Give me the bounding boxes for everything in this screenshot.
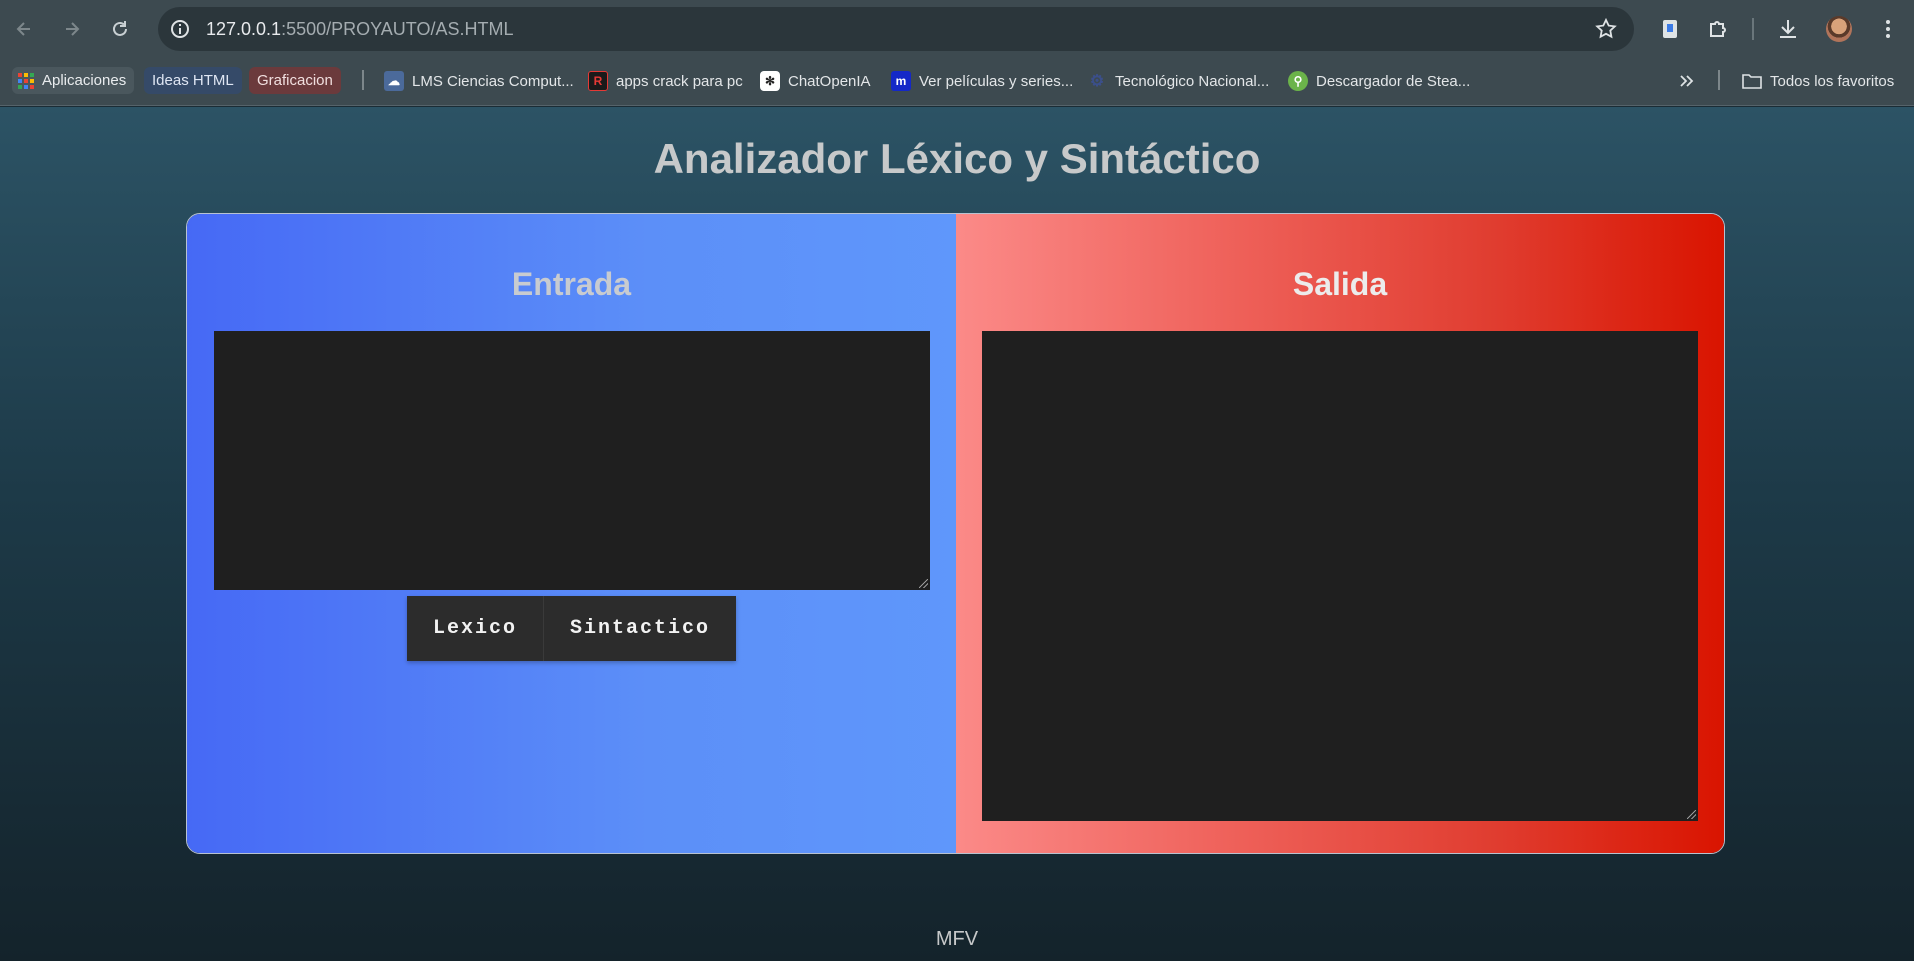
bookmark-graf-label: Graficacion (257, 72, 333, 89)
output-section: Salida (956, 214, 1724, 853)
bookmark-apps-label: Aplicaciones (42, 72, 127, 89)
bookmark-tec-label: Tecnológico Nacional... (1115, 72, 1270, 90)
bookmark-ideas-html[interactable]: Ideas HTML (144, 67, 242, 94)
bookmark-tecnologico[interactable]: ⚙ Tecnológico Nacional... (1087, 66, 1269, 96)
bookmarks-bar: Aplicaciones Ideas HTML Graficacion ☁ LM… (0, 58, 1914, 106)
extension-icon[interactable] (1656, 15, 1684, 43)
bookmark-movies-label: Ver películas y series... (919, 72, 1074, 90)
profile-avatar[interactable] (1826, 16, 1852, 42)
reload-icon[interactable] (102, 11, 138, 47)
more-bookmarks-chevron-icon[interactable] (1678, 66, 1694, 96)
output-textarea[interactable] (982, 331, 1698, 821)
bookmark-chatopenia[interactable]: ✻ ChatOpenIA (760, 66, 871, 96)
bookmark-apps[interactable]: Aplicaciones (12, 67, 135, 94)
bookmarks-divider (362, 70, 364, 90)
address-bar[interactable]: 127.0.0.1:5500/PROYAUTO/AS.HTML (158, 7, 1634, 51)
browser-toolbar: 127.0.0.1:5500/PROYAUTO/AS.HTML (0, 0, 1914, 58)
footer-text: MFV (935, 928, 979, 950)
url-text: 127.0.0.1:5500/PROYAUTO/AS.HTML (206, 19, 514, 40)
input-section: Entrada Lexico Sintactico (187, 214, 956, 853)
bookmark-ideas-label: Ideas HTML (152, 72, 234, 89)
resize-grip-icon[interactable] (919, 579, 928, 588)
forward-icon[interactable] (54, 11, 90, 47)
bookmark-lms-label: LMS Ciencias Comput... (412, 72, 574, 90)
input-heading: Entrada (511, 266, 632, 302)
back-icon[interactable] (6, 11, 42, 47)
bookmark-chat-label: ChatOpenIA (788, 72, 871, 90)
bookmark-steam[interactable]: ⚲ Descargador de Stea... (1288, 66, 1470, 96)
url-host: 127.0.0.1 (206, 19, 282, 39)
apps-grid-icon (18, 72, 34, 89)
tec-favicon-icon: ⚙ (1089, 73, 1105, 90)
bookmark-crack-label: apps crack para pc (616, 72, 743, 90)
folder-icon (1742, 71, 1762, 91)
menu-kebab-icon[interactable] (1874, 15, 1902, 43)
sintactico-button[interactable]: Sintactico (543, 596, 736, 661)
extensions-puzzle-icon[interactable] (1704, 15, 1732, 43)
action-buttons: Lexico Sintactico (407, 596, 736, 661)
input-textarea[interactable] (214, 331, 930, 590)
url-path: :5500/PROYAUTO/AS.HTML (281, 19, 514, 39)
steam-favicon-icon: ⚲ (1288, 71, 1308, 91)
output-heading: Salida (1292, 266, 1388, 302)
page-viewport: Analizador Léxico y Sintáctico Entrada L… (0, 107, 1914, 961)
resize-grip-icon[interactable] (1687, 810, 1696, 819)
bookmark-lms[interactable]: ☁ LMS Ciencias Comput... (384, 66, 574, 96)
bookmark-all-label: Todos los favoritos (1770, 72, 1895, 90)
bookmark-peliculas[interactable]: m Ver películas y series... (891, 66, 1073, 96)
movies-favicon-icon: m (891, 71, 911, 91)
site-info-icon[interactable] (166, 15, 194, 43)
openai-favicon-icon: ✻ (760, 71, 780, 91)
download-icon[interactable] (1774, 15, 1802, 43)
bookmark-steam-label: Descargador de Stea... (1316, 72, 1471, 90)
toolbar-divider (1752, 18, 1754, 40)
page-title: Analizador Léxico y Sintáctico (653, 135, 1261, 182)
crack-favicon-icon: R (588, 71, 608, 91)
bookmark-star-icon[interactable] (1594, 17, 1618, 41)
bookmark-graficacion[interactable]: Graficacion (249, 67, 341, 94)
bookmark-apps-crack[interactable]: R apps crack para pc (588, 66, 743, 96)
bookmark-all-favorites[interactable]: Todos los favoritos (1742, 66, 1894, 96)
bookmarks-divider-right (1718, 70, 1720, 90)
lms-favicon-icon: ☁ (384, 71, 404, 91)
lexico-button[interactable]: Lexico (407, 596, 543, 661)
analyzer-panel: Entrada Lexico Sintactico Salida (186, 213, 1725, 854)
